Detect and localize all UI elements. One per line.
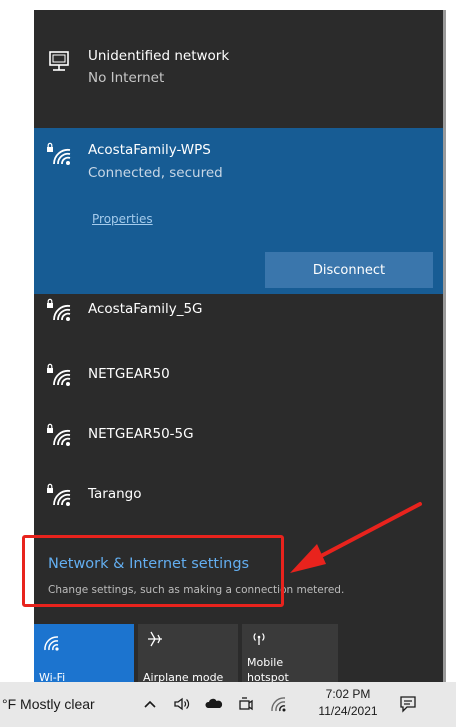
disconnect-button[interactable]: Disconnect xyxy=(265,252,433,288)
secured-wifi-icon xyxy=(47,363,71,386)
chevron-up-icon[interactable] xyxy=(140,694,160,714)
network-item[interactable]: NETGEAR50 xyxy=(34,355,444,405)
wifi-icon xyxy=(44,636,59,651)
network-name: Unidentified network xyxy=(88,48,230,64)
hotspot-label-line2: hotspot xyxy=(247,671,289,682)
taskbar: °F Mostly clear 7:02 PM 11/24/2021 xyxy=(0,682,456,727)
network-status: No Internet xyxy=(88,70,165,86)
network-name: Tarango xyxy=(88,486,142,502)
ethernet-monitor-icon xyxy=(49,51,69,71)
network-item[interactable]: NETGEAR50-5G xyxy=(34,415,444,465)
network-name: AcostaFamily_5G xyxy=(88,301,203,317)
speaker-icon[interactable] xyxy=(172,694,192,714)
flyout-edge xyxy=(443,10,446,682)
secured-wifi-icon xyxy=(47,483,71,506)
network-name: AcostaFamily-WPS xyxy=(88,142,211,158)
network-status: Connected, secured xyxy=(88,165,223,181)
notification-center-icon[interactable] xyxy=(398,694,418,714)
network-item[interactable]: AcostaFamily_5G xyxy=(34,290,444,340)
network-name: NETGEAR50-5G xyxy=(88,426,194,442)
network-item[interactable]: Tarango xyxy=(34,475,444,525)
wifi-toggle-tile[interactable]: Wi-Fi xyxy=(34,624,134,682)
network-name: NETGEAR50 xyxy=(88,366,170,382)
wifi-tile-label: Wi-Fi xyxy=(39,671,66,682)
airplane-icon xyxy=(148,631,162,647)
secured-wifi-icon xyxy=(47,423,71,446)
clock-date[interactable]: 11/24/2021 xyxy=(316,704,380,718)
properties-link[interactable]: Properties xyxy=(92,212,153,226)
mobile-hotspot-tile[interactable]: Mobile hotspot xyxy=(242,624,338,682)
network-item-connected[interactable]: AcostaFamily-WPS Connected, secured Prop… xyxy=(34,128,444,294)
airplane-mode-tile[interactable]: Airplane mode xyxy=(138,624,238,682)
weather-widget[interactable]: °F Mostly clear xyxy=(2,696,95,712)
secured-wifi-icon xyxy=(47,142,71,165)
hotspot-icon xyxy=(253,633,265,645)
cloud-icon[interactable] xyxy=(204,694,224,714)
network-item-unidentified[interactable]: Unidentified network No Internet xyxy=(34,40,444,110)
clock-time[interactable]: 7:02 PM xyxy=(316,687,380,701)
secured-wifi-icon xyxy=(47,298,71,321)
airplane-tile-label: Airplane mode xyxy=(143,671,224,682)
meet-now-icon[interactable] xyxy=(236,694,256,714)
hotspot-tile-label: Mobile hotspot xyxy=(247,655,289,682)
annotation-highlight-box xyxy=(22,535,284,607)
wifi-icon[interactable] xyxy=(268,694,288,714)
hotspot-label-line1: Mobile xyxy=(247,656,284,669)
